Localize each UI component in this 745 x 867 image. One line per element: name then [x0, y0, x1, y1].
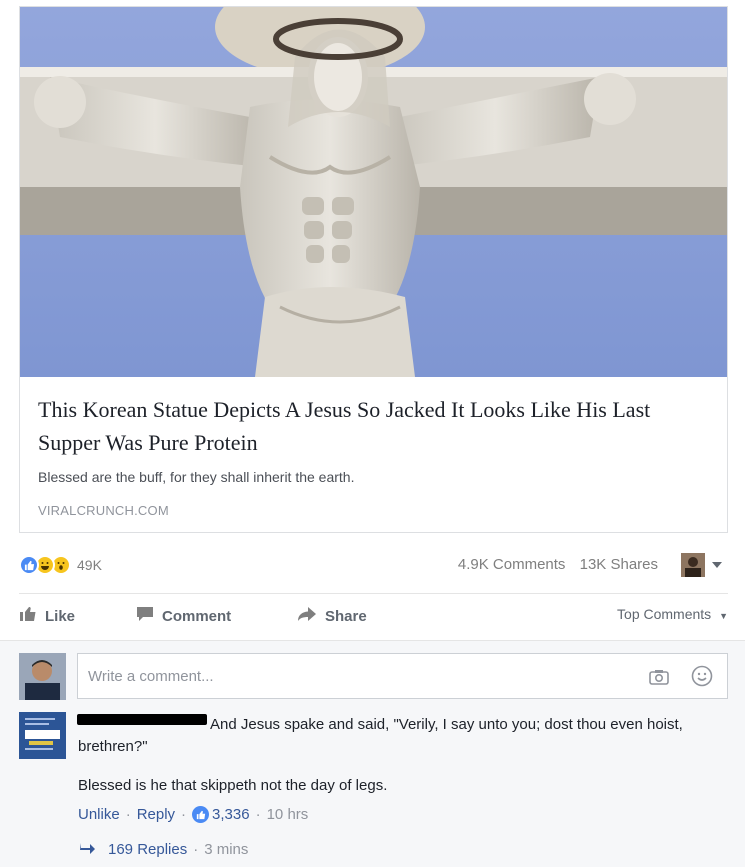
comment-likes-count: 3,336	[212, 806, 250, 823]
view-replies[interactable]: 169 Replies · 3 mins	[80, 841, 248, 858]
comment-button[interactable]: Comment	[136, 606, 231, 626]
comment-sort-label: Top Comments	[617, 606, 712, 622]
share-button[interactable]: Share	[297, 606, 367, 626]
unlike-link[interactable]: Unlike	[78, 806, 120, 823]
comment-timestamp[interactable]: 10 hrs	[267, 806, 309, 823]
post-action-bar: Like Comment Share Top Comments ▼	[19, 600, 728, 632]
link-preview-image[interactable]	[20, 7, 727, 377]
reply-arrow-icon	[80, 841, 96, 858]
separator-dot: ·	[255, 806, 261, 823]
separator-dot: ·	[181, 806, 187, 823]
caret-down-icon: ▼	[719, 611, 728, 621]
post-stats-bar: 49K 4.9K Comments 13K Shares	[19, 552, 728, 580]
share-icon	[297, 606, 317, 626]
like-reaction-icon	[192, 806, 210, 823]
comment-label: Comment	[162, 607, 232, 625]
share-label: Share	[325, 607, 367, 625]
engagement-counts: 4.9K Comments 13K Shares	[448, 556, 658, 573]
comments-count[interactable]: 4.9K Comments	[458, 556, 566, 573]
comment-sort-dropdown[interactable]: Top Comments ▼	[617, 606, 728, 622]
reactions-count[interactable]: 49K	[77, 557, 102, 573]
comment-actions: Unlike · Reply · 3,336 · 10 hrs	[78, 806, 308, 823]
replies-timestamp: 3 mins	[204, 841, 249, 858]
divider	[19, 593, 728, 594]
separator-dot: ·	[193, 841, 199, 858]
statue-image	[20, 7, 727, 377]
comment-body-second: Blessed is he that skippeth not the day …	[78, 777, 388, 794]
replies-count[interactable]: 169 Replies	[108, 841, 187, 858]
link-domain: VIRALCRUNCH.COM	[38, 503, 169, 518]
like-reaction-icon	[19, 555, 39, 575]
shares-count[interactable]: 13K Shares	[580, 556, 658, 573]
comment-body: And Jesus spake and said, "Verily, I say…	[78, 716, 683, 755]
link-preview-card[interactable]: This Korean Statue Depicts A Jesus So Ja…	[19, 6, 728, 533]
comment-icon	[136, 606, 154, 626]
comment-input-placeholder: Write a comment...	[88, 668, 214, 685]
camera-icon[interactable]	[649, 669, 669, 690]
link-description: Blessed are the buff, for they shall inh…	[38, 469, 355, 485]
commenter-avatar[interactable]	[19, 712, 66, 759]
thumbs-up-icon	[19, 606, 37, 626]
separator-dot: ·	[125, 806, 131, 823]
facebook-logo-icon	[25, 730, 60, 745]
current-user-avatar[interactable]	[19, 653, 66, 700]
viewer-avatar[interactable]	[681, 553, 705, 577]
comment-input[interactable]: Write a comment...	[77, 653, 728, 699]
comment-likes[interactable]: 3,336	[192, 806, 250, 823]
reply-link[interactable]: Reply	[137, 806, 175, 823]
emoji-icon[interactable]	[691, 665, 713, 692]
like-label: Like	[45, 607, 76, 625]
link-title[interactable]: This Korean Statue Depicts A Jesus So Ja…	[38, 393, 718, 459]
chevron-down-icon[interactable]	[712, 562, 722, 568]
like-button[interactable]: Like	[19, 606, 75, 626]
reactions-summary[interactable]: 49K	[19, 554, 102, 576]
